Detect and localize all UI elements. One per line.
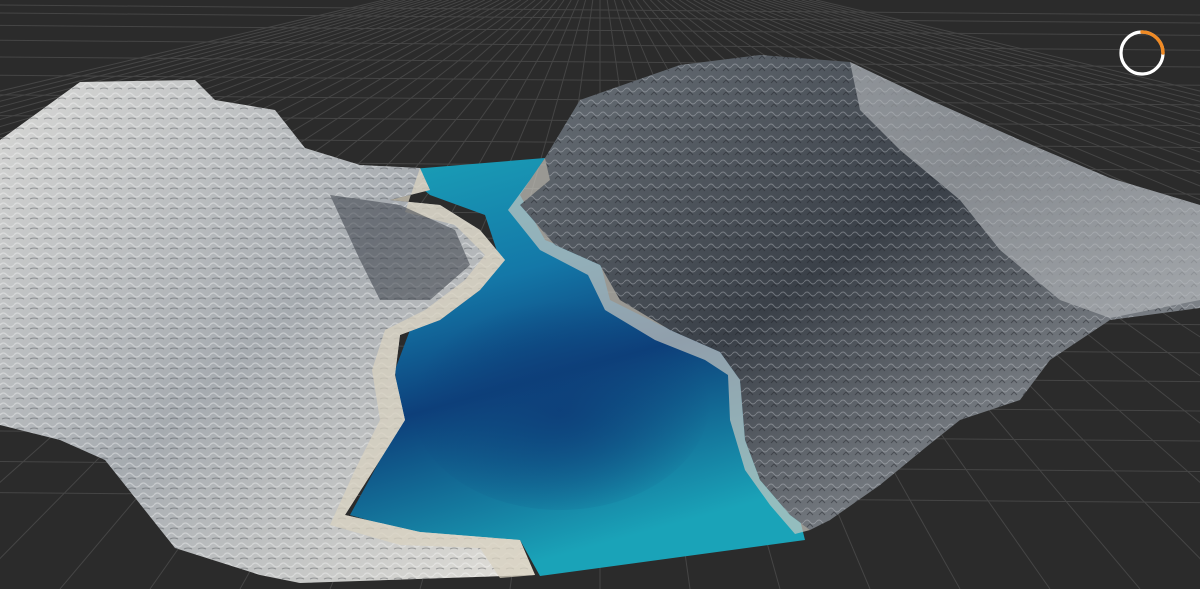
progress-ring-icon xyxy=(1119,30,1165,76)
loading-indicator[interactable] xyxy=(1115,26,1169,80)
3d-viewport[interactable] xyxy=(0,0,1200,589)
terrain-scene[interactable] xyxy=(0,0,1200,589)
